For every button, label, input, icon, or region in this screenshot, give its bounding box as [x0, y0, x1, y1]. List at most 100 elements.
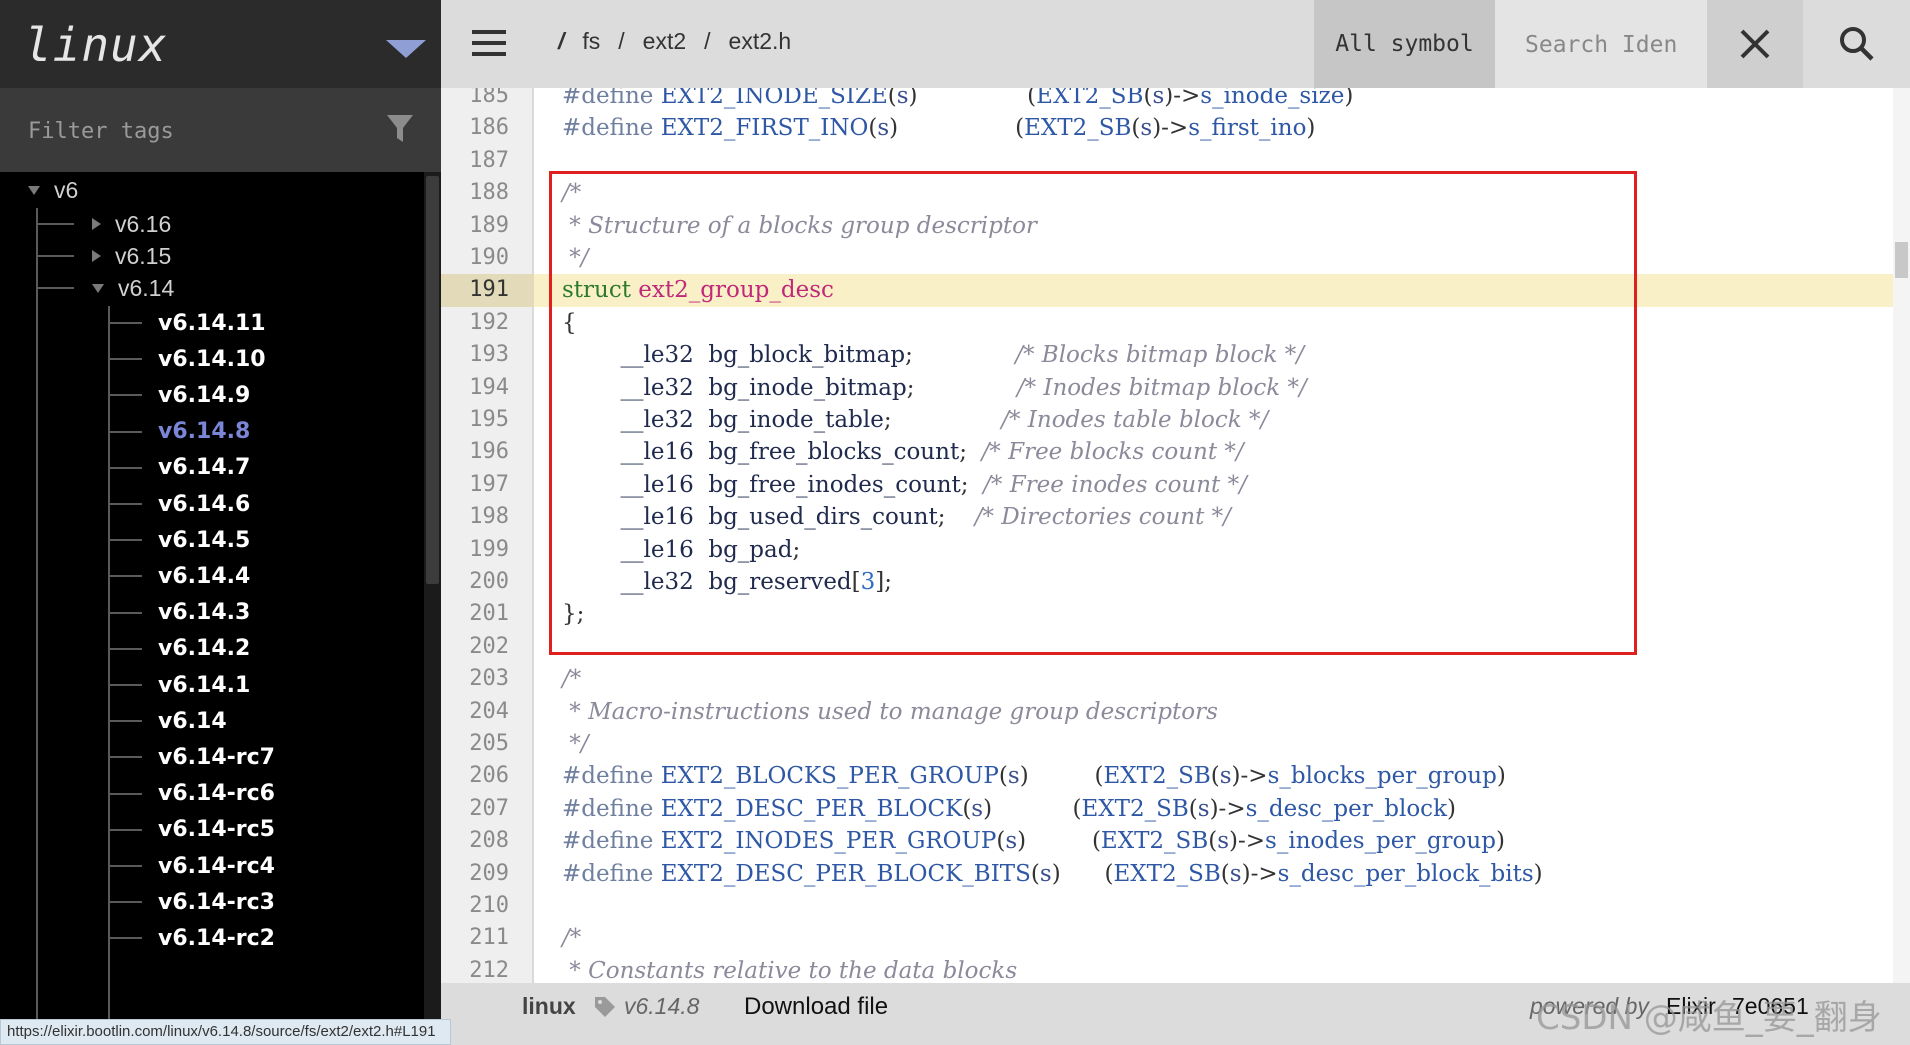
code-text: __le32 bg_reserved[3];: [620, 569, 893, 595]
code-scrollbar-thumb[interactable]: [1895, 242, 1908, 278]
tree-item-v6-14[interactable]: v6.14: [158, 703, 227, 739]
line-number[interactable]: 186: [441, 112, 509, 144]
line-number[interactable]: 204: [441, 696, 509, 728]
collapsed-caret-icon: [92, 250, 101, 262]
code-line: 186 #define EXT2_FIRST_INO(s) (EXT2_SB(s)…: [441, 112, 1893, 144]
code-line: 212 * Constants relative to the data blo…: [441, 955, 1893, 983]
code-text: #define EXT2_DESC_PER_BLOCK_BITS(s) (EXT…: [562, 860, 1543, 887]
tree-item-v6-14-9[interactable]: v6.14.9: [158, 377, 250, 413]
line-number[interactable]: 189: [441, 210, 509, 242]
line-number[interactable]: 200: [441, 566, 509, 598]
close-search-button[interactable]: [1707, 0, 1803, 88]
breadcrumb-ext2[interactable]: ext2: [643, 28, 686, 55]
tree-item-label: v6.14-rc6: [158, 781, 275, 807]
search-button[interactable]: [1803, 0, 1910, 88]
tree-item-label: v6.14.9: [158, 382, 251, 408]
line-number[interactable]: 194: [441, 372, 509, 404]
tree-item-v6-14-7[interactable]: v6.14.7: [158, 450, 250, 486]
tree-item-v6-14-6[interactable]: v6.14.6: [158, 486, 250, 522]
tree-item-label: v6.14-rc2: [158, 925, 275, 951]
line-number[interactable]: 190: [441, 242, 509, 274]
project-header: linux: [0, 0, 441, 88]
code-line: 200 __le32 bg_reserved[3];: [441, 566, 1893, 598]
sidebar-scrollbar-thumb[interactable]: [426, 176, 439, 584]
line-number[interactable]: 205: [441, 728, 509, 760]
line-number[interactable]: 187: [441, 145, 509, 177]
filter-tags-input[interactable]: [28, 114, 358, 148]
code-text: #define EXT2_INODES_PER_GROUP(s) (EXT2_S…: [562, 828, 1505, 855]
line-number[interactable]: 211: [441, 922, 509, 954]
symbol-type-select[interactable]: All symbol: [1314, 0, 1495, 88]
tree-item-label: v6.14.4: [158, 563, 251, 589]
filter-icon[interactable]: [386, 114, 414, 144]
tree-item-v6-14-rc2[interactable]: v6.14-rc2: [158, 920, 275, 956]
tree-item-v6-14-10[interactable]: v6.14.10: [158, 341, 266, 377]
tree-item-v6-14-3[interactable]: v6.14.3: [158, 595, 250, 631]
code-text: __le32 bg_block_bitmap; /* Blocks bitmap…: [620, 342, 1305, 369]
tree-item-v6-16[interactable]: v6.16: [92, 206, 171, 242]
tree-item-v6-14-rc4[interactable]: v6.14-rc4: [158, 848, 275, 884]
tree-connector: [108, 575, 142, 578]
tree-connector: [108, 937, 142, 940]
breadcrumb-root[interactable]: /: [558, 28, 564, 55]
line-number[interactable]: 207: [441, 793, 509, 825]
close-icon: [1740, 29, 1770, 59]
line-number[interactable]: 195: [441, 404, 509, 436]
code-line: 191 struct ext2_group_desc: [441, 274, 1893, 307]
tree-item-v6-14-1[interactable]: v6.14.1: [158, 667, 250, 703]
download-file-link[interactable]: Download file: [744, 993, 888, 1021]
line-number[interactable]: 206: [441, 760, 509, 792]
breadcrumb-separator: /: [618, 28, 625, 54]
code-line: 204 * Macro-instructions used to manage …: [441, 696, 1893, 728]
tree-connector: [108, 322, 142, 324]
line-number[interactable]: 191: [441, 274, 534, 307]
tree-item-label: v6.14-rc3: [158, 889, 275, 915]
line-number[interactable]: 202: [441, 631, 509, 663]
code-text: {: [562, 309, 577, 336]
line-number[interactable]: 199: [441, 534, 509, 566]
line-number[interactable]: 193: [441, 339, 509, 371]
tree-item-v6-14-8[interactable]: v6.14.8: [158, 414, 250, 450]
code-line: 209 #define EXT2_DESC_PER_BLOCK_BITS(s) (…: [441, 858, 1893, 890]
code-line: 192 {: [441, 307, 1893, 339]
line-number[interactable]: 188: [441, 177, 509, 209]
tree-item-v6-14-11[interactable]: v6.14.11: [158, 305, 266, 341]
tree-item-v6-14-5[interactable]: v6.14.5: [158, 522, 250, 558]
breadcrumb-file[interactable]: ext2.h: [729, 28, 792, 55]
line-number[interactable]: 212: [441, 955, 509, 983]
tree-connector: [108, 828, 142, 831]
footer-version[interactable]: v6.14.8: [624, 993, 699, 1020]
tree-item-v6-14[interactable]: v6.14: [92, 270, 174, 306]
line-number[interactable]: 201: [441, 598, 509, 630]
project-title[interactable]: linux: [24, 18, 167, 72]
code-text: */: [562, 731, 589, 757]
code-text: };: [562, 601, 585, 628]
code-line: 201};: [441, 598, 1893, 630]
tree-item-v6[interactable]: v6: [28, 172, 78, 208]
line-number[interactable]: 196: [441, 436, 509, 468]
line-number[interactable]: 185: [441, 88, 509, 112]
line-number[interactable]: 197: [441, 469, 509, 501]
code-scrollbar[interactable]: [1893, 88, 1910, 983]
search-identifier-input[interactable]: [1525, 28, 1695, 62]
line-number[interactable]: 203: [441, 663, 509, 695]
tree-item-v6-14-2[interactable]: v6.14.2: [158, 631, 250, 667]
line-number[interactable]: 209: [441, 858, 509, 890]
tree-item-label: v6.14.10: [158, 346, 266, 372]
line-number[interactable]: 198: [441, 501, 509, 533]
tree-item-v6-14-rc3[interactable]: v6.14-rc3: [158, 884, 275, 920]
breadcrumb-fs[interactable]: fs: [582, 28, 600, 55]
line-number[interactable]: 208: [441, 825, 509, 857]
code-text: struct ext2_group_desc: [562, 277, 834, 304]
tree-item-v6-14-rc6[interactable]: v6.14-rc6: [158, 776, 275, 812]
line-number[interactable]: 192: [441, 307, 509, 339]
hamburger-icon[interactable]: [472, 30, 506, 56]
tree-item-v6-14-4[interactable]: v6.14.4: [158, 558, 250, 594]
caret-down-icon[interactable]: [386, 40, 426, 58]
code-line: 205 */: [441, 728, 1893, 760]
tree-item-v6-14-rc5[interactable]: v6.14-rc5: [158, 812, 275, 848]
line-number[interactable]: 210: [441, 890, 509, 922]
footer-project[interactable]: linux: [522, 993, 576, 1020]
tree-item-v6-14-rc7[interactable]: v6.14-rc7: [158, 739, 275, 775]
tree-item-v6-15[interactable]: v6.15: [92, 238, 171, 274]
